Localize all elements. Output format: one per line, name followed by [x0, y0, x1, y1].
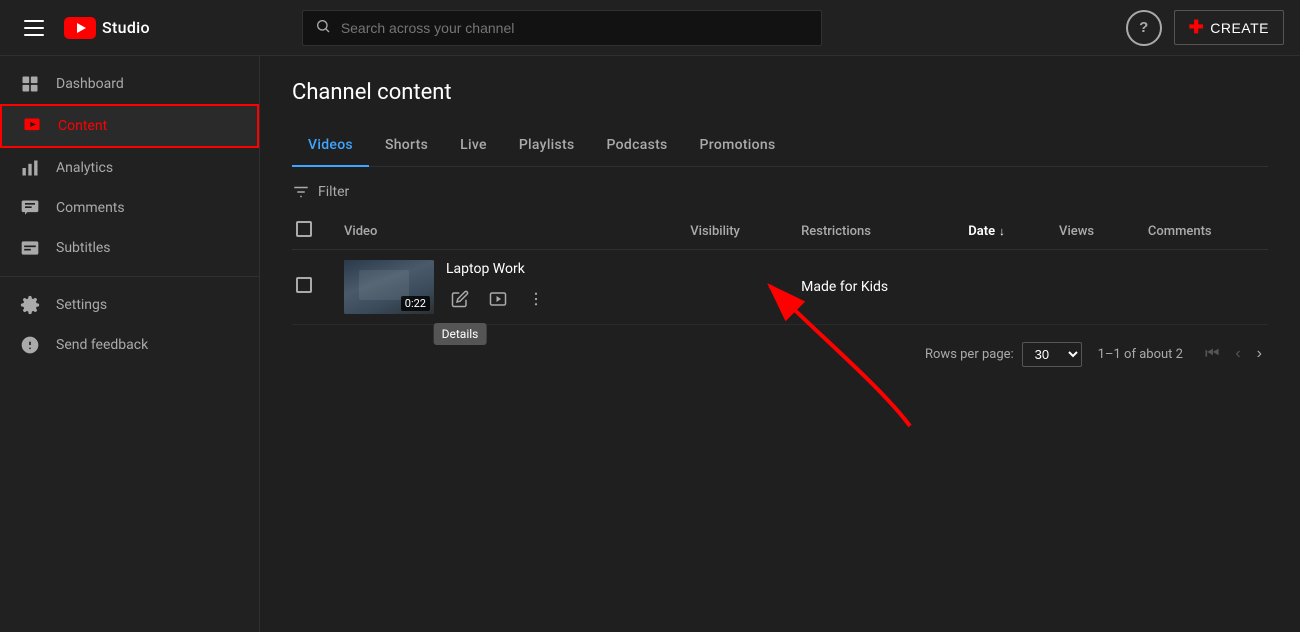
- feedback-icon: [20, 335, 40, 355]
- table-header-row: Video Visibility Restrictions Date ↓: [292, 213, 1268, 250]
- topbar-left: Studio: [16, 12, 150, 44]
- sidebar-divider: [0, 276, 259, 277]
- rows-per-page-select[interactable]: 30 50 100: [1022, 342, 1082, 367]
- row-visibility-cell: [678, 250, 789, 325]
- topbar-right: ? ✚ CREATE: [1126, 10, 1284, 46]
- subtitles-icon: [20, 238, 40, 258]
- create-button[interactable]: ✚ CREATE: [1174, 10, 1284, 45]
- search-bar[interactable]: [302, 10, 822, 46]
- comments-icon: [20, 198, 40, 218]
- create-label: CREATE: [1210, 20, 1269, 36]
- sidebar-content-label: Content: [58, 118, 107, 134]
- sidebar-item-settings[interactable]: Settings: [0, 285, 259, 325]
- select-all-checkbox[interactable]: [296, 221, 312, 237]
- th-date[interactable]: Date ↓: [956, 213, 1047, 250]
- video-info: Laptop Work: [446, 261, 550, 313]
- sort-arrow-icon: ↓: [999, 225, 1005, 238]
- table-row: 0:22 Laptop Work: [292, 250, 1268, 325]
- analytics-icon: [20, 158, 40, 178]
- th-comments: Comments: [1136, 213, 1268, 250]
- content-icon: [22, 116, 42, 136]
- row-checkbox[interactable]: [296, 277, 312, 293]
- page-title: Channel content: [292, 80, 1268, 105]
- row-restrictions-cell: Made for Kids: [789, 250, 956, 325]
- tab-promotions[interactable]: Promotions: [684, 125, 792, 167]
- filter-label[interactable]: Filter: [318, 184, 349, 200]
- th-views: Views: [1047, 213, 1136, 250]
- pagination-row: Rows per page: 30 50 100 1–1 of about 2 …: [292, 341, 1268, 367]
- sidebar-item-comments[interactable]: Comments: [0, 188, 259, 228]
- tab-playlists[interactable]: Playlists: [503, 125, 591, 167]
- sidebar-comments-label: Comments: [56, 200, 125, 216]
- video-table: Video Visibility Restrictions Date ↓: [292, 213, 1268, 325]
- video-duration: 0:22: [401, 296, 430, 311]
- row-restrictions: Made for Kids: [801, 279, 888, 295]
- first-page-button[interactable]: ⏮: [1199, 341, 1225, 367]
- sidebar-item-subtitles[interactable]: Subtitles: [0, 228, 259, 268]
- page-info: 1–1 of about 2: [1098, 347, 1183, 362]
- help-button[interactable]: ?: [1126, 10, 1162, 46]
- tab-podcasts[interactable]: Podcasts: [591, 125, 684, 167]
- row-video-cell: 0:22 Laptop Work: [332, 250, 678, 325]
- sidebar-item-content[interactable]: Content: [0, 104, 259, 148]
- topbar: Studio ? ✚ CREATE: [0, 0, 1300, 56]
- dashboard-icon: [20, 74, 40, 94]
- row-checkbox-cell[interactable]: [292, 250, 332, 325]
- video-thumbnail: 0:22: [344, 260, 434, 314]
- search-input[interactable]: [341, 20, 809, 36]
- video-title: Laptop Work: [446, 261, 550, 277]
- content-area: Channel content Videos Shorts Live Playl…: [260, 56, 1300, 632]
- more-options-button[interactable]: [522, 285, 550, 313]
- sidebar-settings-label: Settings: [56, 297, 107, 313]
- prev-page-button[interactable]: ‹: [1229, 341, 1246, 367]
- rows-per-page-label: Rows per page:: [925, 347, 1014, 362]
- sidebar-dashboard-label: Dashboard: [56, 76, 124, 92]
- next-page-button[interactable]: ›: [1251, 341, 1268, 367]
- view-video-button[interactable]: [484, 285, 512, 313]
- tabs-bar: Videos Shorts Live Playlists Podcasts Pr…: [292, 125, 1268, 167]
- create-plus-icon: ✚: [1189, 17, 1205, 38]
- th-select-all[interactable]: [292, 213, 332, 250]
- settings-icon: [20, 295, 40, 315]
- tab-shorts[interactable]: Shorts: [369, 125, 444, 167]
- sidebar-analytics-label: Analytics: [56, 160, 113, 176]
- edit-button-container: Details: [446, 285, 474, 313]
- row-date-cell: [956, 250, 1047, 325]
- th-restrictions: Restrictions: [789, 213, 956, 250]
- video-actions: Details: [446, 285, 550, 313]
- search-icon: [315, 18, 331, 38]
- sidebar-item-analytics[interactable]: Analytics: [0, 148, 259, 188]
- main-layout: Dashboard Content Analytics: [0, 56, 1300, 632]
- tab-live[interactable]: Live: [444, 125, 503, 167]
- th-visibility: Visibility: [678, 213, 789, 250]
- row-comments-cell: [1136, 250, 1268, 325]
- sidebar-item-dashboard[interactable]: Dashboard: [0, 64, 259, 104]
- tab-videos[interactable]: Videos: [292, 125, 369, 167]
- logo-area: Studio: [64, 17, 150, 39]
- filter-icon: [292, 183, 310, 201]
- sidebar-feedback-label: Send feedback: [56, 337, 148, 353]
- page-nav: ⏮ ‹ ›: [1199, 341, 1268, 367]
- th-video: Video: [332, 213, 678, 250]
- youtube-logo-icon: [64, 17, 96, 39]
- edit-details-button[interactable]: [446, 285, 474, 313]
- filter-row: Filter: [292, 183, 1268, 201]
- sidebar-subtitles-label: Subtitles: [56, 240, 111, 256]
- video-cell: 0:22 Laptop Work: [344, 260, 666, 314]
- row-views-cell: [1047, 250, 1136, 325]
- hamburger-menu[interactable]: [16, 12, 52, 44]
- studio-label: Studio: [102, 18, 150, 37]
- sidebar: Dashboard Content Analytics: [0, 56, 260, 632]
- rows-per-page: Rows per page: 30 50 100: [925, 342, 1082, 367]
- sidebar-item-feedback[interactable]: Send feedback: [0, 325, 259, 365]
